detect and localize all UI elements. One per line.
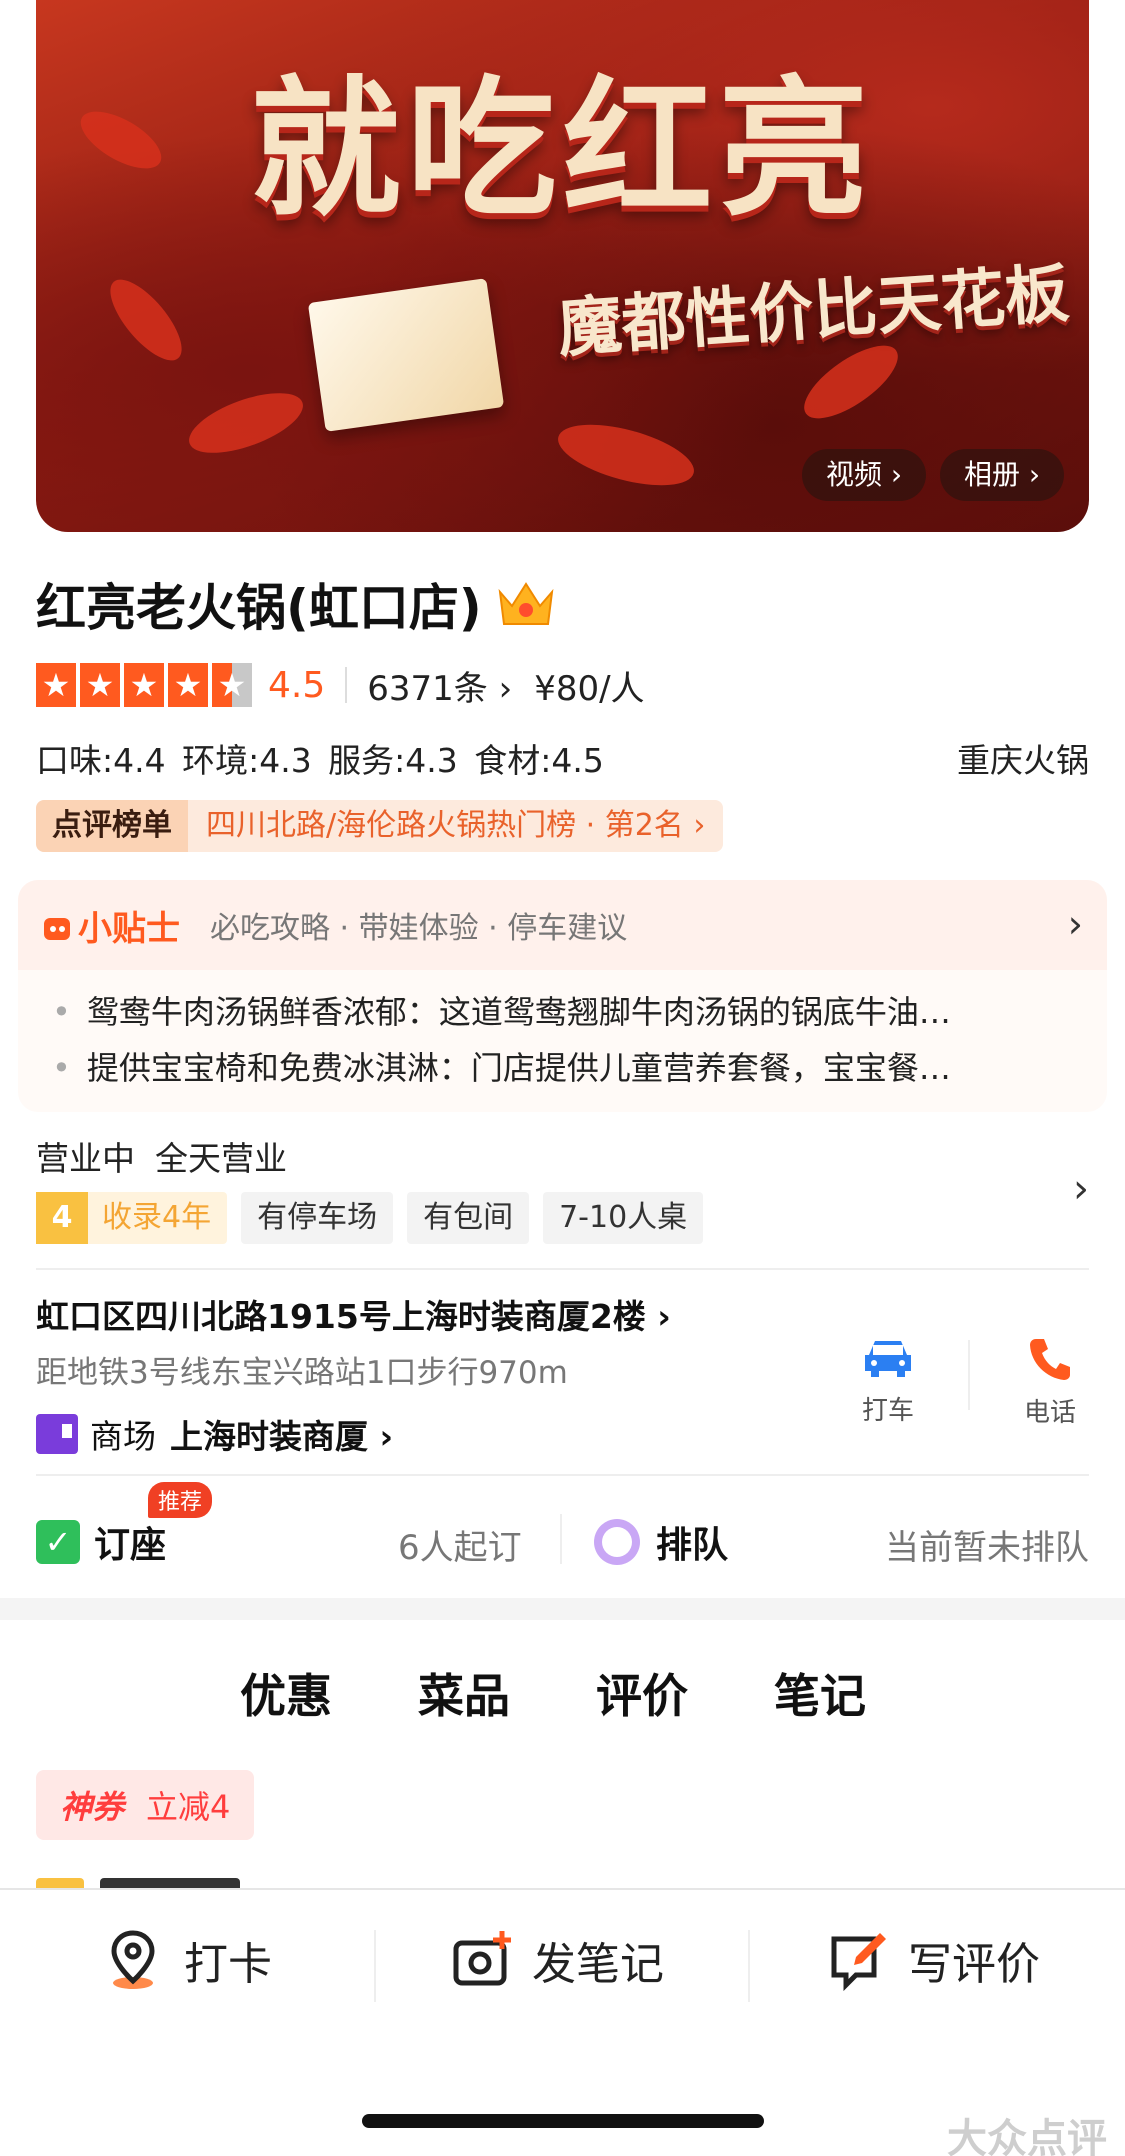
reserve-label: 订座: [94, 1525, 167, 1566]
home-indicator[interactable]: [362, 2114, 764, 2128]
hero-image[interactable]: 就吃红亮 魔都性价比天花板 视频 › 相册 ›: [36, 0, 1089, 532]
shop-name: 红亮老火锅(虹口店): [36, 579, 482, 637]
hero-subtitle: 魔都性价比天花板: [555, 257, 1072, 367]
queue-button[interactable]: 排队: [594, 1516, 728, 1568]
clock-icon: [594, 1519, 640, 1565]
years-listed-badge: 4 收录4年: [36, 1192, 228, 1244]
tips-categories: 必吃攻略 · 带娃体验 · 停车建议: [210, 911, 628, 946]
post-note-button[interactable]: 发笔记: [452, 1928, 664, 1992]
feature-badge: 7-10人桌: [543, 1192, 704, 1244]
reserve-min: 6人起订: [398, 1528, 522, 1568]
divider: [968, 1340, 970, 1410]
divider: [560, 1514, 562, 1564]
taxi-button[interactable]: 打车: [838, 1335, 938, 1427]
tip-text: 提供宝宝椅和免费冰淇淋：门店提供儿童营养套餐，宝宝餐…: [86, 1049, 951, 1087]
rating-row[interactable]: ★ ★ ★ ★ ★ 4.5 6371条 › ¥80/人: [36, 660, 645, 710]
half-star-icon: ★: [212, 663, 252, 707]
divider: [374, 1930, 376, 2002]
content-peek: [100, 1878, 240, 1888]
star-icon: ★: [36, 663, 76, 707]
star-icon: ★: [168, 663, 208, 707]
tip-item[interactable]: • 提供宝宝椅和免费冰淇淋：门店提供儿童营养套餐，宝宝餐…: [18, 1040, 1107, 1096]
tab-notes[interactable]: 笔记: [774, 1660, 866, 1726]
decor-chili: [551, 412, 701, 498]
phone-label: 电话: [1023, 1398, 1076, 1428]
post-note-label: 发笔记: [532, 1939, 664, 1990]
rank-text: 四川北路/海伦路火锅热门榜 · 第2名 ›: [188, 800, 724, 852]
tips-header[interactable]: 小贴士 必吃攻略 · 带娃体验 · 停车建议 ›: [18, 880, 1107, 970]
edit-review-icon: [828, 1929, 886, 1992]
hero-title: 就吃红亮: [250, 63, 875, 237]
tofu-image: [307, 278, 505, 432]
crown-icon: [496, 578, 556, 630]
coupon-tag: 神券: [60, 1788, 125, 1826]
rank-tag: 点评榜单: [36, 800, 188, 852]
business-hours[interactable]: 营业中 全天营业: [36, 1132, 287, 1180]
sub-scores: 口味:4.4 环境:4.3 服务:4.3 食材:4.5: [36, 741, 604, 780]
checkin-button[interactable]: 打卡: [104, 1928, 272, 1992]
check-icon: ✓: [36, 1520, 80, 1564]
hours-text: 全天营业: [155, 1139, 287, 1178]
divider: [36, 1268, 1089, 1270]
feature-badge: 有包间: [407, 1192, 530, 1244]
tips-logo-text: 小贴士: [78, 908, 180, 949]
feature-badge: 有停车场: [241, 1192, 394, 1244]
write-review-label: 写评价: [908, 1939, 1040, 1990]
years-text: 收录4年: [102, 1200, 212, 1235]
price-per-person: ¥80/人: [534, 668, 645, 709]
tips-logo-icon: [44, 917, 70, 940]
divider: [748, 1930, 750, 2002]
tip-text: 鸳鸯牛肉汤锅鲜香浓郁：这道鸳鸯翘脚牛肉汤锅的锅底牛油…: [86, 993, 951, 1031]
mall-link[interactable]: 商场 上海时装商厦 ›: [36, 1410, 393, 1458]
feature-badges: 4 收录4年 有停车场 有包间 7-10人桌: [36, 1192, 717, 1244]
content-tabs: 优惠 菜品 评价 笔记: [236, 1660, 952, 1726]
decor-chili: [98, 268, 194, 372]
coupon-text: 立减4: [146, 1788, 231, 1826]
chevron-right-icon[interactable]: ›: [1073, 1166, 1089, 1212]
divider: [36, 1474, 1089, 1476]
review-count-link[interactable]: 6371条 ›: [367, 661, 512, 710]
camera-plus-icon: [452, 1929, 511, 1991]
album-button[interactable]: 相册 ›: [940, 449, 1065, 501]
star-icon: ★: [124, 663, 164, 707]
rating-score: 4.5: [268, 664, 326, 706]
taxi-label: 打车: [861, 1396, 914, 1426]
chevron-right-icon[interactable]: ›: [1068, 902, 1083, 946]
tab-reviews[interactable]: 评价: [596, 1660, 688, 1726]
watermark: 大众点评: [947, 2116, 1107, 2156]
coupon-badge[interactable]: 神券 立减4: [36, 1770, 255, 1840]
tab-dishes[interactable]: 菜品: [418, 1660, 510, 1726]
section-gap: [0, 1598, 1125, 1620]
write-review-button[interactable]: 写评价: [828, 1928, 1040, 1992]
checkin-label: 打卡: [184, 1939, 272, 1990]
tips-card[interactable]: 小贴士 必吃攻略 · 带娃体验 · 停车建议 › • 鸳鸯牛肉汤锅鲜香浓郁：这道鸳…: [18, 880, 1107, 1112]
ranking-badge[interactable]: 点评榜单 四川北路/海伦路火锅热门榜 · 第2名 ›: [36, 800, 724, 852]
queue-label: 排队: [656, 1525, 729, 1566]
phone-icon: [1000, 1335, 1100, 1392]
mall-icon: [36, 1414, 78, 1454]
reserve-button[interactable]: ✓ 订座: [36, 1516, 166, 1568]
mall-prefix: 商场: [90, 1417, 156, 1456]
video-button[interactable]: 视频 ›: [802, 449, 927, 501]
car-icon: [838, 1335, 938, 1390]
queue-status: 当前暂未排队: [885, 1528, 1089, 1568]
open-status: 营业中: [36, 1139, 135, 1178]
shop-name-row: 红亮老火锅(虹口店): [36, 568, 556, 640]
mall-name: 上海时装商厦 ›: [170, 1417, 394, 1456]
location-pin-icon: [104, 1929, 162, 1991]
address-link[interactable]: 虹口区四川北路1915号上海时装商厦2楼 ›: [36, 1290, 671, 1338]
tip-item[interactable]: • 鸳鸯牛肉汤锅鲜香浓郁：这道鸳鸯翘脚牛肉汤锅的锅底牛油…: [18, 984, 1107, 1040]
shop-category: 重庆火锅: [957, 741, 1089, 780]
divider: [345, 667, 348, 703]
years-number: 4: [36, 1192, 88, 1244]
phone-button[interactable]: 电话: [1000, 1335, 1100, 1429]
tab-deals[interactable]: 优惠: [236, 1660, 336, 1726]
recommend-badge: 推荐: [148, 1482, 213, 1518]
metro-distance: 距地铁3号线东宝兴路站1口步行970m: [36, 1355, 568, 1391]
star-icon: ★: [80, 663, 120, 707]
tips-logo: 小贴士: [42, 901, 180, 950]
decor-chili: [181, 380, 311, 466]
